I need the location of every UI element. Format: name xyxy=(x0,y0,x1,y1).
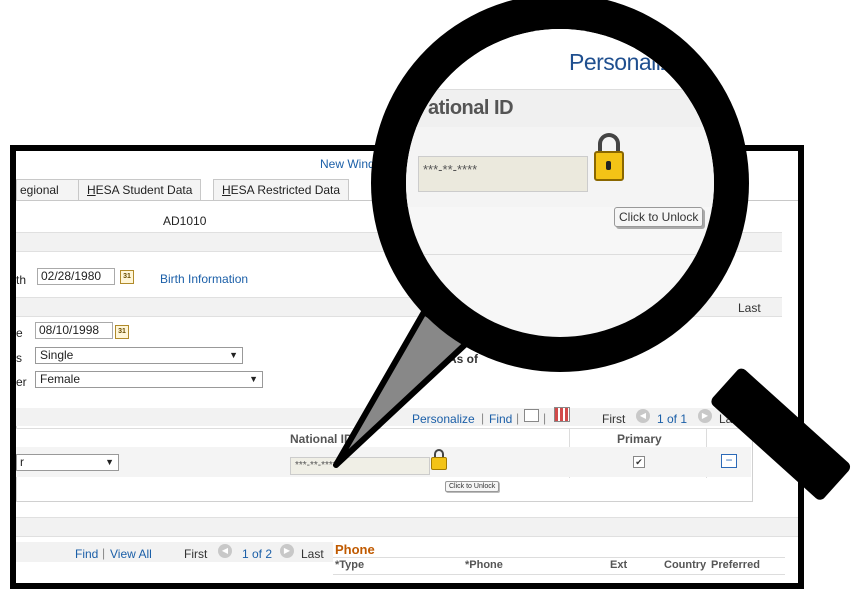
separator: | xyxy=(674,53,680,78)
magnified-personalize-link[interactable]: Personalize xyxy=(569,49,684,76)
magnified-divider xyxy=(406,254,714,255)
keyhole xyxy=(606,161,611,170)
lock-body xyxy=(594,151,624,181)
magnified-national-id-header: ational ID xyxy=(428,97,514,119)
lock-icon[interactable] xyxy=(594,133,624,181)
magnified-view: Personalize | ational ID ***-**-**** Cli… xyxy=(406,29,714,337)
magnified-click-to-unlock-button[interactable]: Click to Unlock xyxy=(614,207,704,227)
magnified-national-id-field[interactable]: ***-**-**** xyxy=(418,156,588,192)
lock-shackle xyxy=(598,133,620,153)
